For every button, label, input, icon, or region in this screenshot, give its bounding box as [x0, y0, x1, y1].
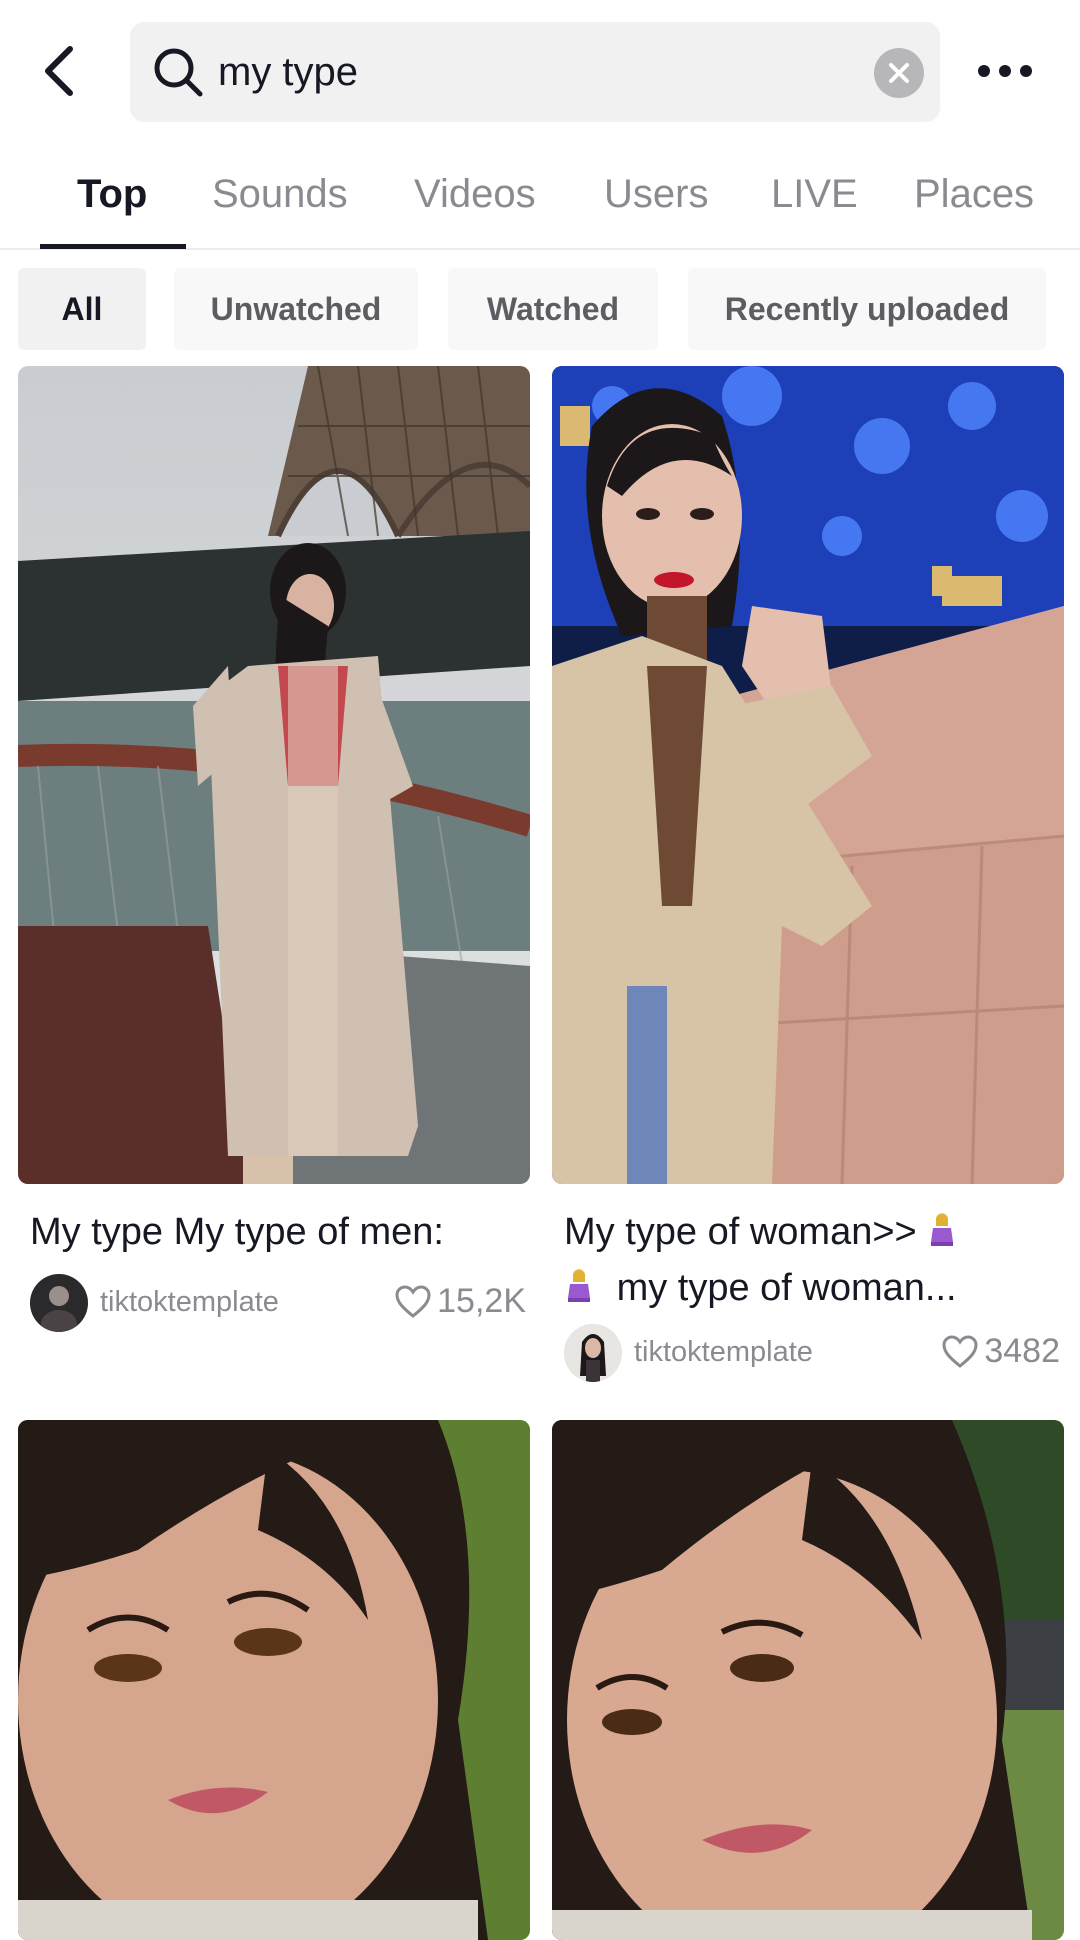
- active-tab-indicator: [40, 244, 186, 249]
- heart-icon: [942, 1334, 978, 1368]
- thumbnail-image: [18, 1420, 530, 1940]
- tab-live[interactable]: LIVE: [771, 172, 858, 217]
- video-thumbnail[interactable]: [552, 366, 1064, 1184]
- avatar[interactable]: [30, 1274, 88, 1332]
- tab-sounds[interactable]: Sounds: [212, 172, 348, 217]
- filter-recently-uploaded[interactable]: Recently uploaded: [688, 268, 1046, 350]
- back-button[interactable]: [30, 36, 90, 106]
- video-title-line: My type of woman>>: [564, 1211, 917, 1253]
- thumbnail-image: [552, 366, 1064, 1184]
- tab-users[interactable]: Users: [604, 172, 708, 217]
- avatar[interactable]: [564, 1324, 622, 1382]
- filter-all[interactable]: All: [18, 268, 146, 350]
- tab-top[interactable]: Top: [77, 172, 147, 217]
- search-input[interactable]: [218, 40, 778, 104]
- more-options-button[interactable]: [970, 46, 1040, 96]
- search-header: [0, 0, 1080, 140]
- close-icon: [889, 63, 909, 83]
- video-card[interactable]: My type My type of men: tiktoktemplate 1…: [18, 366, 530, 1346]
- author-name[interactable]: tiktoktemplate: [634, 1336, 813, 1369]
- filter-watched[interactable]: Watched: [448, 268, 658, 350]
- heart-icon: [395, 1284, 431, 1318]
- video-card[interactable]: [552, 1420, 1064, 1940]
- video-meta: tiktoktemplate 3482: [564, 1324, 1064, 1384]
- filter-chips: All Unwatched Watched Recently uploaded: [0, 268, 1080, 358]
- video-title-line: my type of woman...: [616, 1267, 957, 1309]
- video-title: My type My type of men:: [30, 1211, 444, 1253]
- video-thumbnail[interactable]: [18, 366, 530, 1184]
- video-meta: tiktoktemplate 15,2K: [30, 1274, 530, 1334]
- like-count-value: 3482: [984, 1332, 1060, 1370]
- like-count: 15,2K: [395, 1282, 526, 1321]
- video-title: My type of woman>> my type of woman...: [564, 1204, 1064, 1316]
- person-emoji-icon: [568, 1269, 590, 1302]
- search-icon: [154, 48, 203, 97]
- video-card[interactable]: [18, 1420, 530, 1940]
- tab-videos[interactable]: Videos: [414, 172, 536, 217]
- video-thumbnail[interactable]: [18, 1420, 530, 1940]
- filter-unwatched[interactable]: Unwatched: [174, 268, 418, 350]
- tab-places[interactable]: Places: [914, 172, 1034, 217]
- author-name[interactable]: tiktoktemplate: [100, 1286, 279, 1319]
- like-count: 3482: [942, 1332, 1060, 1371]
- more-horizontal-icon: [978, 65, 990, 77]
- video-thumbnail[interactable]: [552, 1420, 1064, 1940]
- thumbnail-image: [18, 366, 530, 1184]
- clear-search-button[interactable]: [874, 48, 924, 98]
- like-count-value: 15,2K: [437, 1282, 526, 1320]
- video-card[interactable]: My type of woman>> my type of woman... t…: [552, 366, 1064, 1396]
- thumbnail-image: [552, 1420, 1064, 1940]
- chevron-left-icon: [45, 46, 73, 96]
- search-bar[interactable]: [130, 22, 940, 122]
- search-tabs: Top Sounds Videos Users LIVE Places: [0, 150, 1080, 250]
- person-emoji-icon: [931, 1213, 954, 1246]
